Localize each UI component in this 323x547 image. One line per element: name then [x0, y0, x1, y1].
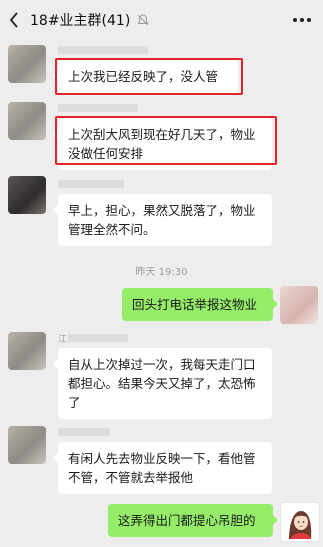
- message-text: 有闲人先去物业反映一下，看他管不管，不管就去举报他: [68, 451, 256, 485]
- bell-muted-icon: [137, 14, 149, 26]
- message-list[interactable]: 上次我已经反映了，没人管 上次刮大风到现在好几天了，物业没做任何安排 早上，担心…: [0, 40, 323, 547]
- message-text: 这弄得出门都提心吊胆的: [118, 513, 256, 528]
- sender-name: [58, 104, 138, 112]
- message-bubble[interactable]: 早上，担心，果然又脱落了，物业管理全然不问。: [53, 194, 272, 246]
- avatar[interactable]: [8, 102, 46, 140]
- own-avatar[interactable]: [280, 286, 318, 324]
- highlight-box: [55, 58, 243, 95]
- chat-header: 18#业主群(41): [0, 0, 323, 40]
- message-text: 自从上次掉过一次，我每天走门口都担心。结果今天又掉了，太恐怖了: [68, 357, 256, 410]
- more-dots-icon: [293, 18, 297, 22]
- sender-name: [58, 180, 124, 188]
- avatar[interactable]: [8, 332, 46, 370]
- timestamp: 昨天 19:30: [135, 267, 188, 278]
- avatar[interactable]: [8, 176, 46, 214]
- own-message-bubble[interactable]: 回头打电话举报这物业: [122, 288, 278, 321]
- chat-title: 18#业主群(41): [30, 13, 131, 29]
- avatar[interactable]: [8, 45, 46, 83]
- highlight-box: [55, 116, 277, 165]
- avatar[interactable]: [8, 426, 46, 464]
- message-text: 回头打电话举报这物业: [132, 297, 258, 312]
- message-bubble[interactable]: 自从上次掉过一次，我每天走门口都担心。结果今天又掉了，太恐怖了: [53, 348, 272, 419]
- message-text: 早上，担心，果然又脱落了，物业管理全然不问。: [68, 203, 256, 237]
- sender-name: [58, 46, 148, 54]
- chevron-left-icon: [9, 12, 18, 28]
- message-bubble[interactable]: 有闲人先去物业反映一下，看他管不管，不管就去举报他: [53, 442, 272, 494]
- sender-name: [58, 428, 110, 436]
- cartoon-girl-icon: [289, 511, 312, 539]
- more-button[interactable]: [293, 12, 311, 28]
- sender-name-blur: [68, 334, 128, 342]
- own-avatar[interactable]: [280, 502, 320, 542]
- sender-name: 江: [58, 335, 68, 345]
- back-button[interactable]: [0, 0, 28, 40]
- own-message-bubble[interactable]: 这弄得出门都提心吊胆的: [108, 504, 278, 537]
